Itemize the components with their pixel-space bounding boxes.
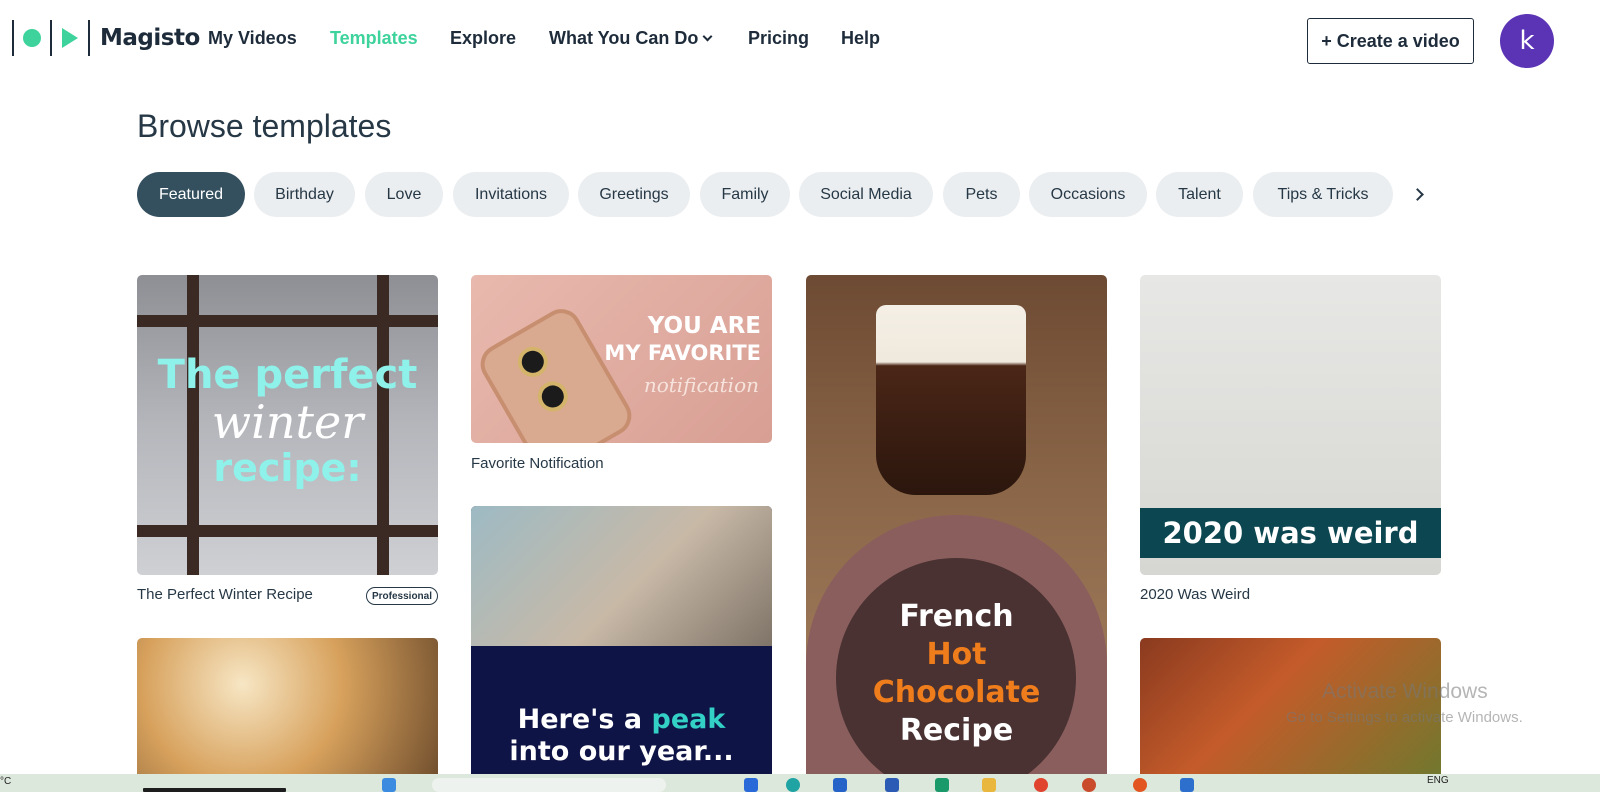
user-avatar[interactable]: k (1500, 14, 1554, 68)
windows-start-icon[interactable] (382, 778, 396, 792)
chip-social-media[interactable]: Social Media (799, 172, 933, 217)
chevron-right-icon (1411, 188, 1424, 201)
activate-windows-watermark: Activate Windows (1322, 680, 1488, 703)
app-icon[interactable] (744, 778, 758, 792)
magisto-logo[interactable]: Magisto (12, 19, 200, 57)
edge-icon[interactable] (786, 778, 800, 792)
app-icon[interactable] (833, 778, 847, 792)
create-video-button[interactable]: + Create a video (1307, 18, 1474, 64)
chrome-icon[interactable] (1034, 778, 1048, 792)
chip-talent[interactable]: Talent (1156, 172, 1243, 217)
app-icon[interactable] (935, 778, 949, 792)
nav-pricing[interactable]: Pricing (748, 28, 809, 49)
nav-templates[interactable]: Templates (330, 28, 418, 49)
chip-invitations[interactable]: Invitations (453, 172, 569, 217)
template-card-hot-chocolate[interactable]: French Hot Chocolate Recipe (806, 275, 1107, 792)
app-icon[interactable] (885, 778, 899, 792)
logo-bar-icon (50, 20, 52, 56)
thumb-text-line: YOU ARE (647, 313, 761, 339)
mug-image (876, 305, 1026, 495)
chip-love[interactable]: Love (365, 172, 443, 217)
template-card-2020-weird[interactable]: 2020 was weird (1140, 275, 1441, 575)
template-title[interactable]: 2020 Was Weird (1140, 586, 1250, 603)
thumb-text-peak: Here's a peak (471, 704, 772, 736)
thumb-text-line: winter (211, 395, 364, 449)
chip-greetings[interactable]: Greetings (578, 172, 690, 217)
page-title: Browse templates (137, 108, 392, 144)
chip-family[interactable]: Family (700, 172, 790, 217)
top-navigation-bar: Magisto My Videos Templates Explore What… (0, 0, 1600, 80)
app-icon[interactable] (1133, 778, 1147, 792)
taskbar-search-box[interactable] (432, 778, 666, 792)
logo-bar-icon (12, 20, 14, 56)
chip-pets[interactable]: Pets (943, 172, 1020, 217)
thumb-text-highlight: peak (651, 704, 726, 735)
logo-bar-icon (88, 20, 90, 56)
template-title[interactable]: The Perfect Winter Recipe (137, 586, 313, 603)
thumb-text-line: notification (643, 373, 759, 397)
window-frame (137, 315, 438, 327)
window-frame (137, 525, 438, 537)
template-card-peak-year[interactable]: Here's a peak into our year... (471, 506, 772, 792)
taskbar-search-bar[interactable] (143, 788, 286, 792)
activate-windows-hint: Go to Settings to activate Windows. (1286, 709, 1523, 726)
thumb-text-line: French (899, 599, 1014, 634)
family-photo (471, 506, 772, 646)
thumb-text-line: 2020 was weird (1162, 516, 1419, 550)
template-card-winter-recipe[interactable]: The perfect winter recipe: (137, 275, 438, 575)
nav-my-videos[interactable]: My Videos (208, 28, 297, 49)
nav-what-you-can-do-label: What You Can Do (549, 28, 699, 48)
chevron-down-icon (702, 31, 713, 42)
template-title[interactable]: Favorite Notification (471, 455, 604, 472)
chip-featured[interactable]: Featured (137, 172, 245, 217)
app-icon[interactable] (1180, 778, 1194, 792)
chip-tips-tricks[interactable]: Tips & Tricks (1253, 172, 1393, 217)
logo-dot-icon (23, 29, 41, 47)
nav-what-you-can-do[interactable]: What You Can Do (549, 28, 713, 49)
camera-lens-icon (512, 341, 554, 383)
chip-occasions[interactable]: Occasions (1029, 172, 1147, 217)
thumb-text-line: Chocolate (872, 675, 1041, 710)
language-indicator[interactable]: ENG (1427, 775, 1449, 786)
thumb-text-line: The perfect (157, 352, 418, 398)
nav-help[interactable]: Help (841, 28, 880, 49)
logo-play-icon (62, 28, 78, 48)
thumb-text-line: recipe: (213, 446, 362, 490)
weather-temp: °C (0, 776, 12, 787)
chip-birthday[interactable]: Birthday (254, 172, 355, 217)
category-chips: Featured Birthday Love Invitations Greet… (137, 172, 1440, 217)
thumb-text-line: MY FAVORITE (604, 341, 761, 365)
os-taskbar: °C ENG (0, 774, 1600, 792)
thumb-text-line: Recipe (899, 713, 1014, 748)
brand-name: Magisto (100, 25, 200, 51)
template-card-favorite-notification[interactable]: YOU ARE MY FAVORITE notification (471, 275, 772, 443)
camera-lens-icon (532, 375, 574, 417)
app-icon[interactable] (1082, 778, 1096, 792)
thumb-text-line: Hot (926, 637, 987, 672)
chips-next-button[interactable] (1395, 172, 1440, 217)
thumb-text-line: into our year... (509, 736, 734, 767)
file-explorer-icon[interactable] (982, 778, 996, 792)
nav-explore[interactable]: Explore (450, 28, 516, 49)
template-card-autumn[interactable] (137, 638, 438, 792)
thumb-text-line: Here's a (517, 704, 652, 735)
professional-badge: Professional (366, 587, 438, 605)
